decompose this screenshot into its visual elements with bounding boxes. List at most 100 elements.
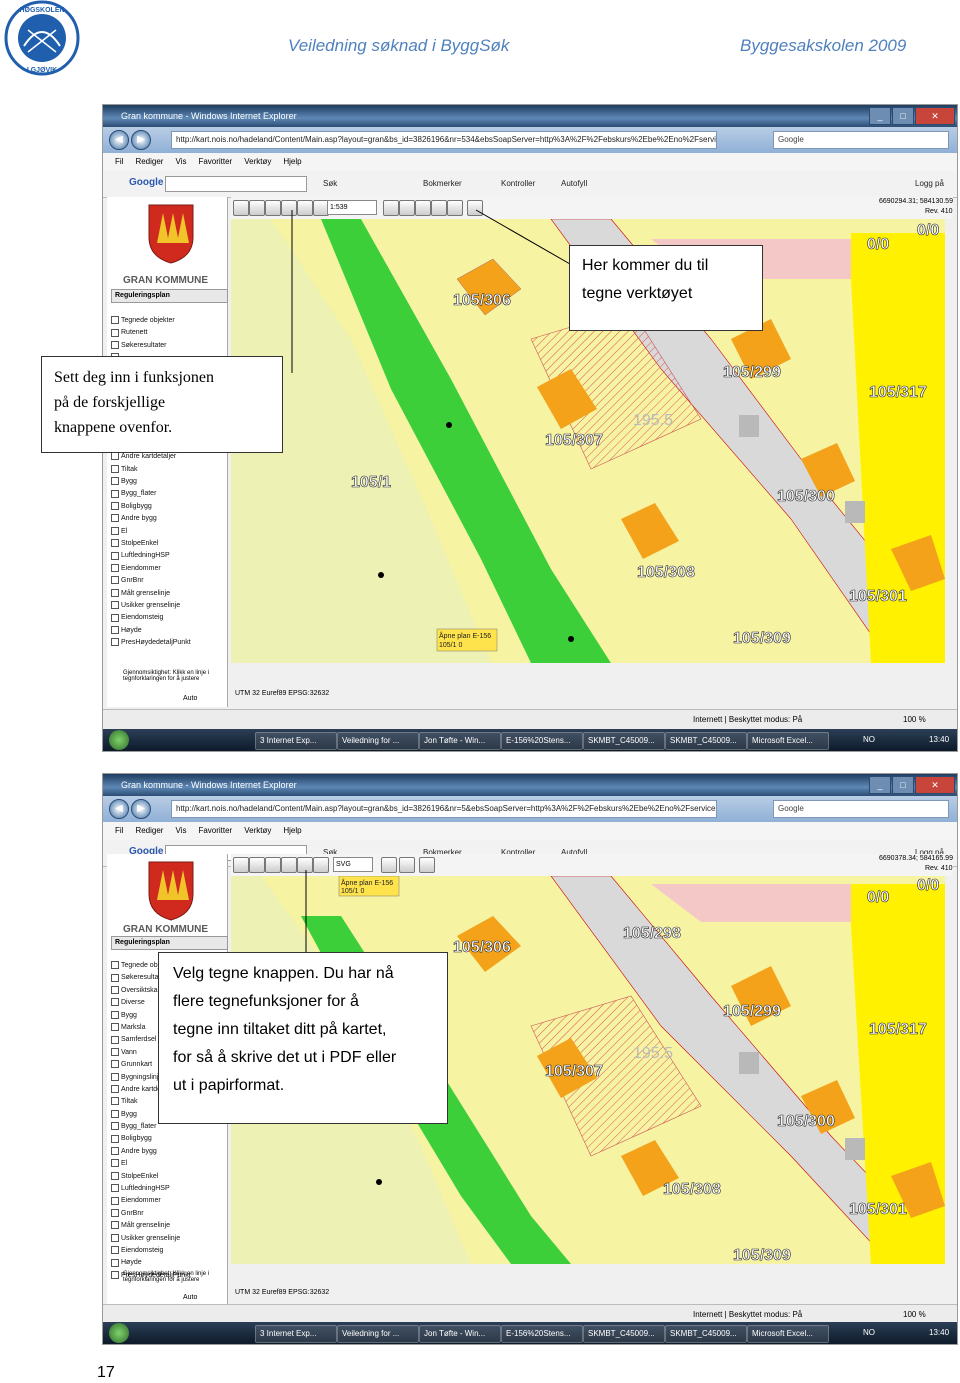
layer-item[interactable]: Høyde — [111, 1257, 227, 1269]
layer-checkbox[interactable] — [111, 340, 119, 349]
maximize-icon[interactable]: □ — [892, 776, 914, 794]
layer-item[interactable]: GnrBnr — [111, 575, 227, 587]
layer-checkbox[interactable] — [111, 576, 119, 585]
print-icon[interactable] — [233, 200, 249, 216]
layer-item[interactable]: El — [111, 1158, 227, 1170]
taskbar-item[interactable]: SKMBT_C45009... — [583, 732, 665, 750]
layer-checkbox[interactable] — [111, 1085, 119, 1094]
layer-item[interactable]: Målt grenselinje — [111, 1220, 227, 1232]
layer-checkbox[interactable] — [111, 1258, 119, 1267]
panel-title[interactable]: Reguleringsplan — [111, 289, 228, 303]
save-icon[interactable] — [381, 857, 397, 873]
kontroller-button[interactable]: Kontroller — [501, 179, 535, 188]
point-icon[interactable] — [281, 857, 297, 873]
maximize-icon[interactable]: □ — [892, 107, 914, 125]
layer-checkbox[interactable] — [111, 514, 119, 523]
bokmerker-button[interactable]: Bokmerker — [423, 179, 462, 188]
minimize-icon[interactable]: _ — [869, 776, 891, 794]
layer-checkbox[interactable] — [111, 588, 119, 597]
layer-item[interactable]: Andre bygg — [111, 1146, 227, 1158]
taskbar-item[interactable]: SKMBT_C45009... — [665, 732, 747, 750]
layer-checkbox[interactable] — [111, 1010, 119, 1019]
taskbar-item[interactable]: Veiledning for ... — [337, 1325, 419, 1343]
layer-checkbox[interactable] — [111, 1035, 119, 1044]
layer-item[interactable]: Andre bygg — [111, 513, 227, 525]
layer-checkbox[interactable] — [111, 985, 119, 994]
layer-item[interactable]: StolpeEnkel — [111, 1171, 227, 1183]
layer-checkbox[interactable] — [111, 551, 119, 560]
layer-checkbox[interactable] — [111, 613, 119, 622]
layer-item[interactable]: Eiendommer — [111, 1195, 227, 1207]
layer-checkbox[interactable] — [111, 973, 119, 982]
menu-rediger[interactable]: Rediger — [135, 826, 163, 835]
layer-item[interactable]: Bygg_flater — [111, 488, 227, 500]
layer-item[interactable]: Boligbygg — [111, 1133, 227, 1145]
menu-vis[interactable]: Vis — [175, 157, 186, 166]
layer-item[interactable]: Usikker grenselinje — [111, 1233, 227, 1245]
plan-label[interactable]: Åpne plan E-156 — [439, 631, 491, 640]
legend-icon[interactable] — [265, 200, 281, 216]
taskbar-item[interactable]: Microsoft Excel... — [747, 732, 829, 750]
layer-checkbox[interactable] — [111, 1134, 119, 1143]
layer-checkbox[interactable] — [111, 998, 119, 1007]
back-icon[interactable]: ◀ — [109, 130, 129, 150]
taskbar-item[interactable]: Jon Tøfte - Win... — [419, 1325, 501, 1343]
taskbar-item[interactable]: Jon Tøfte - Win... — [419, 732, 501, 750]
taskbar-item[interactable]: 3 Internet Exp... — [255, 1325, 337, 1343]
clear-icon[interactable] — [249, 200, 265, 216]
draw-tool-icon[interactable] — [467, 200, 483, 216]
sok-button[interactable]: Søk — [323, 179, 337, 188]
menu-vis[interactable]: Vis — [175, 826, 186, 835]
layer-checkbox[interactable] — [111, 1047, 119, 1056]
layer-checkbox[interactable] — [111, 539, 119, 548]
redo-icon[interactable] — [297, 200, 313, 216]
layer-checkbox[interactable] — [111, 625, 119, 634]
layer-checkbox[interactable] — [111, 1072, 119, 1081]
layer-item[interactable]: GnrBnr — [111, 1208, 227, 1220]
back-arrow-icon[interactable] — [419, 857, 435, 873]
layer-item[interactable]: Andre kartdetaljer — [111, 451, 227, 463]
menu-verktoy[interactable]: Verktøy — [244, 157, 271, 166]
layer-checkbox[interactable] — [111, 1221, 119, 1230]
menu-hjelp[interactable]: Hjelp — [283, 826, 301, 835]
menu-favoritter[interactable]: Favoritter — [198, 157, 232, 166]
taskbar-item[interactable]: E-156%20Stens... — [501, 1325, 583, 1343]
layer-checkbox[interactable] — [111, 328, 119, 337]
zoom-level[interactable]: 100 % — [903, 710, 926, 730]
pen-icon[interactable] — [233, 857, 249, 873]
layer-checkbox[interactable] — [111, 452, 119, 461]
layer-checkbox[interactable] — [111, 1208, 119, 1217]
layer-checkbox[interactable] — [111, 638, 119, 647]
polygon-icon[interactable] — [249, 857, 265, 873]
layer-checkbox[interactable] — [111, 1184, 119, 1193]
start-button[interactable] — [109, 1323, 129, 1343]
taskbar-item[interactable]: SKMBT_C45009... — [665, 1325, 747, 1343]
layer-item[interactable]: Målt grenselinje — [111, 588, 227, 600]
menu-fil[interactable]: Fil — [115, 826, 123, 835]
menu-hjelp[interactable]: Hjelp — [283, 157, 301, 166]
line-icon[interactable] — [265, 857, 281, 873]
panel-title[interactable]: Reguleringsplan — [111, 936, 228, 950]
scale-select[interactable]: 1:539 — [327, 200, 377, 215]
layer-checkbox[interactable] — [111, 1171, 119, 1180]
layer-item[interactable]: Usikker grenselinje — [111, 600, 227, 612]
layer-checkbox[interactable] — [111, 1147, 119, 1156]
help-icon[interactable] — [447, 200, 463, 216]
start-button[interactable] — [109, 730, 129, 750]
layer-checkbox[interactable] — [111, 1097, 119, 1106]
url-input[interactable]: http://kart.nois.no/hadeland/Content/Mai… — [171, 800, 717, 818]
layer-checkbox[interactable] — [111, 601, 119, 610]
search-input[interactable]: Google — [773, 131, 949, 149]
layer-checkbox[interactable] — [111, 316, 119, 325]
language-indicator[interactable]: NO — [863, 729, 875, 751]
layer-checkbox[interactable] — [111, 1233, 119, 1242]
menu-fil[interactable]: Fil — [115, 157, 123, 166]
layer-item[interactable]: Rutenett — [111, 327, 227, 339]
layer-item[interactable]: Eiendommer — [111, 563, 227, 575]
language-indicator[interactable]: NO — [863, 1322, 875, 1344]
layer-checkbox[interactable] — [111, 477, 119, 486]
layer-checkbox[interactable] — [111, 1270, 119, 1279]
taskbar-item[interactable]: Veiledning for ... — [337, 732, 419, 750]
menu-favoritter[interactable]: Favoritter — [198, 826, 232, 835]
taskbar-item[interactable]: E-156%20Stens... — [501, 732, 583, 750]
